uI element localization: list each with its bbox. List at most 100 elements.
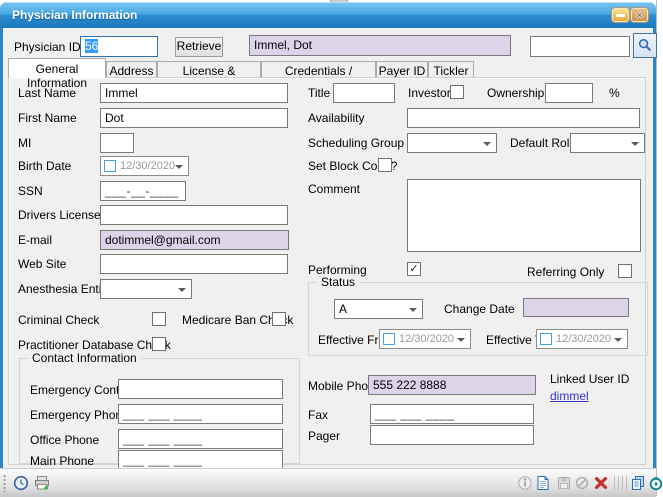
criminal-check-checkbox[interactable]: [152, 312, 166, 326]
mobile-phone-input[interactable]: 555 222 8888: [368, 375, 536, 395]
anesthesia-entity-label: Anesthesia Entity: [18, 282, 111, 296]
web-site-input[interactable]: [100, 254, 288, 274]
set-block-color-checkbox[interactable]: [378, 158, 392, 172]
client-area: Physician ID 56 Retrieve Immel, Dot Gene…: [3, 28, 653, 468]
retrieve-button[interactable]: Retrieve: [175, 37, 223, 57]
close-button[interactable]: [631, 8, 648, 22]
medicare-ban-check-checkbox[interactable]: [272, 312, 286, 326]
chevron-down-icon: [178, 288, 186, 292]
pager-input[interactable]: [370, 425, 534, 445]
physician-id-label: Physician ID: [14, 40, 81, 54]
status-groupbox: Status A Change Date Effective From 12/3…: [308, 282, 648, 356]
copy-icon[interactable]: [630, 475, 646, 491]
info-icon[interactable]: [517, 475, 533, 491]
investor-checkbox[interactable]: [450, 85, 464, 99]
effective-from-picker[interactable]: 12/30/2020: [379, 329, 471, 349]
effective-to-value: 12/30/2020: [556, 333, 611, 345]
check-icon: ✓: [409, 263, 418, 275]
lock-icon[interactable]: [648, 475, 663, 491]
effective-from-checkbox[interactable]: [383, 333, 395, 345]
status-group-title: Status: [317, 275, 359, 289]
anesthesia-entity-select[interactable]: [100, 279, 192, 299]
ssn-mask: ___-__-____: [105, 184, 179, 198]
ssn-input[interactable]: ___-__-____: [100, 181, 186, 201]
change-date-field: [523, 298, 629, 317]
print-icon[interactable]: [34, 475, 50, 491]
mi-input[interactable]: [100, 133, 134, 153]
referring-only-checkbox[interactable]: [618, 264, 632, 278]
edit-document-icon[interactable]: [535, 475, 551, 491]
toolbar-grip[interactable]: [3, 474, 6, 492]
mi-label: MI: [18, 136, 31, 150]
default-role-label: Default Role: [510, 136, 576, 150]
default-role-select[interactable]: [570, 133, 645, 153]
tab-address[interactable]: Address: [106, 61, 157, 78]
criminal-check-label: Criminal Check: [18, 313, 99, 327]
practitioner-database-check-checkbox[interactable]: [152, 337, 166, 351]
drivers-license-input[interactable]: [100, 205, 288, 225]
office-phone-input[interactable]: ___ ___ ____: [118, 429, 283, 449]
comment-textarea[interactable]: [407, 179, 641, 252]
first-name-label: First Name: [18, 111, 77, 125]
physician-id-input[interactable]: 56: [80, 36, 158, 57]
availability-label: Availability: [308, 111, 364, 125]
emergency-contact-input[interactable]: [118, 379, 283, 399]
birth-date-picker[interactable]: 12/30/2020: [100, 156, 189, 176]
physician-information-window: Physician Information Physician ID 56 Re…: [0, 2, 656, 496]
contact-information-groupbox: Contact Information Emergency Contact Em…: [19, 358, 300, 464]
title-bar[interactable]: Physician Information: [0, 2, 656, 28]
chevron-down-icon: [631, 142, 639, 146]
chevron-down-icon: [175, 165, 183, 169]
first-name-input[interactable]: Dot: [100, 108, 288, 128]
linked-user-id-link[interactable]: dimmel: [550, 389, 589, 403]
referring-only-label: Referring Only: [527, 265, 604, 279]
effective-to-picker[interactable]: 12/30/2020: [536, 329, 628, 349]
office-phone-mask: ___ ___ ____: [123, 432, 202, 446]
scheduling-group-label: Scheduling Group: [308, 136, 404, 150]
window-right-border: [653, 28, 656, 468]
quick-search-input[interactable]: [530, 36, 630, 57]
pager-label: Pager: [308, 429, 340, 443]
effective-to-checkbox[interactable]: [540, 333, 552, 345]
tab-payer-id[interactable]: Payer ID: [376, 61, 428, 78]
emergency-phone-label: Emergency Phone: [30, 408, 129, 422]
web-site-label: Web Site: [18, 257, 66, 271]
emergency-phone-input[interactable]: ___ ___ ____: [118, 404, 283, 424]
status-select[interactable]: A: [334, 299, 423, 319]
availability-input[interactable]: [407, 108, 640, 128]
title-input[interactable]: [333, 83, 395, 103]
practitioner-database-check-label: Practitioner Database Check: [18, 338, 171, 352]
effective-from-value: 12/30/2020: [399, 333, 454, 345]
ssn-label: SSN: [18, 184, 43, 198]
tab-credentials-insurance[interactable]: Credentials / Insurance: [261, 61, 376, 78]
tab-general-information[interactable]: General Information: [8, 58, 106, 78]
clock-icon[interactable]: [13, 475, 29, 491]
delete-icon[interactable]: [593, 475, 609, 491]
minimize-button[interactable]: [612, 8, 629, 22]
toolbar-separator: [614, 476, 628, 490]
search-button[interactable]: [633, 33, 657, 58]
parent-background-strip: [656, 0, 663, 496]
tab-license-privileges[interactable]: License & Privileges: [157, 61, 261, 78]
linked-user-id-label: Linked User ID: [550, 372, 629, 386]
fax-input[interactable]: ___ ___ ____: [370, 404, 534, 424]
comment-label: Comment: [308, 182, 360, 196]
investor-label: Investor: [408, 86, 451, 100]
change-date-label: Change Date: [444, 302, 515, 316]
ownership-input[interactable]: [545, 83, 593, 103]
main-phone-label: Main Phone: [30, 454, 94, 468]
birth-date-value: 12/30/2020: [120, 160, 175, 172]
email-input[interactable]: dotimmel@gmail.com: [100, 230, 289, 250]
performing-checkbox[interactable]: ✓: [407, 262, 421, 276]
save-disabled-icon[interactable]: [556, 475, 572, 491]
tab-tickler[interactable]: Tickler: [428, 61, 474, 78]
status-value: A: [339, 302, 347, 316]
chevron-down-icon: [483, 142, 491, 146]
scheduling-group-select[interactable]: [407, 133, 497, 153]
last-name-input[interactable]: Immel: [100, 83, 288, 103]
main-phone-mask: ___ ___ ____: [123, 453, 202, 467]
void-disabled-icon[interactable]: [574, 475, 590, 491]
birth-date-checkbox[interactable]: [104, 160, 116, 172]
drivers-license-label: Drivers License: [18, 208, 101, 222]
main-phone-input[interactable]: ___ ___ ____: [118, 450, 283, 470]
